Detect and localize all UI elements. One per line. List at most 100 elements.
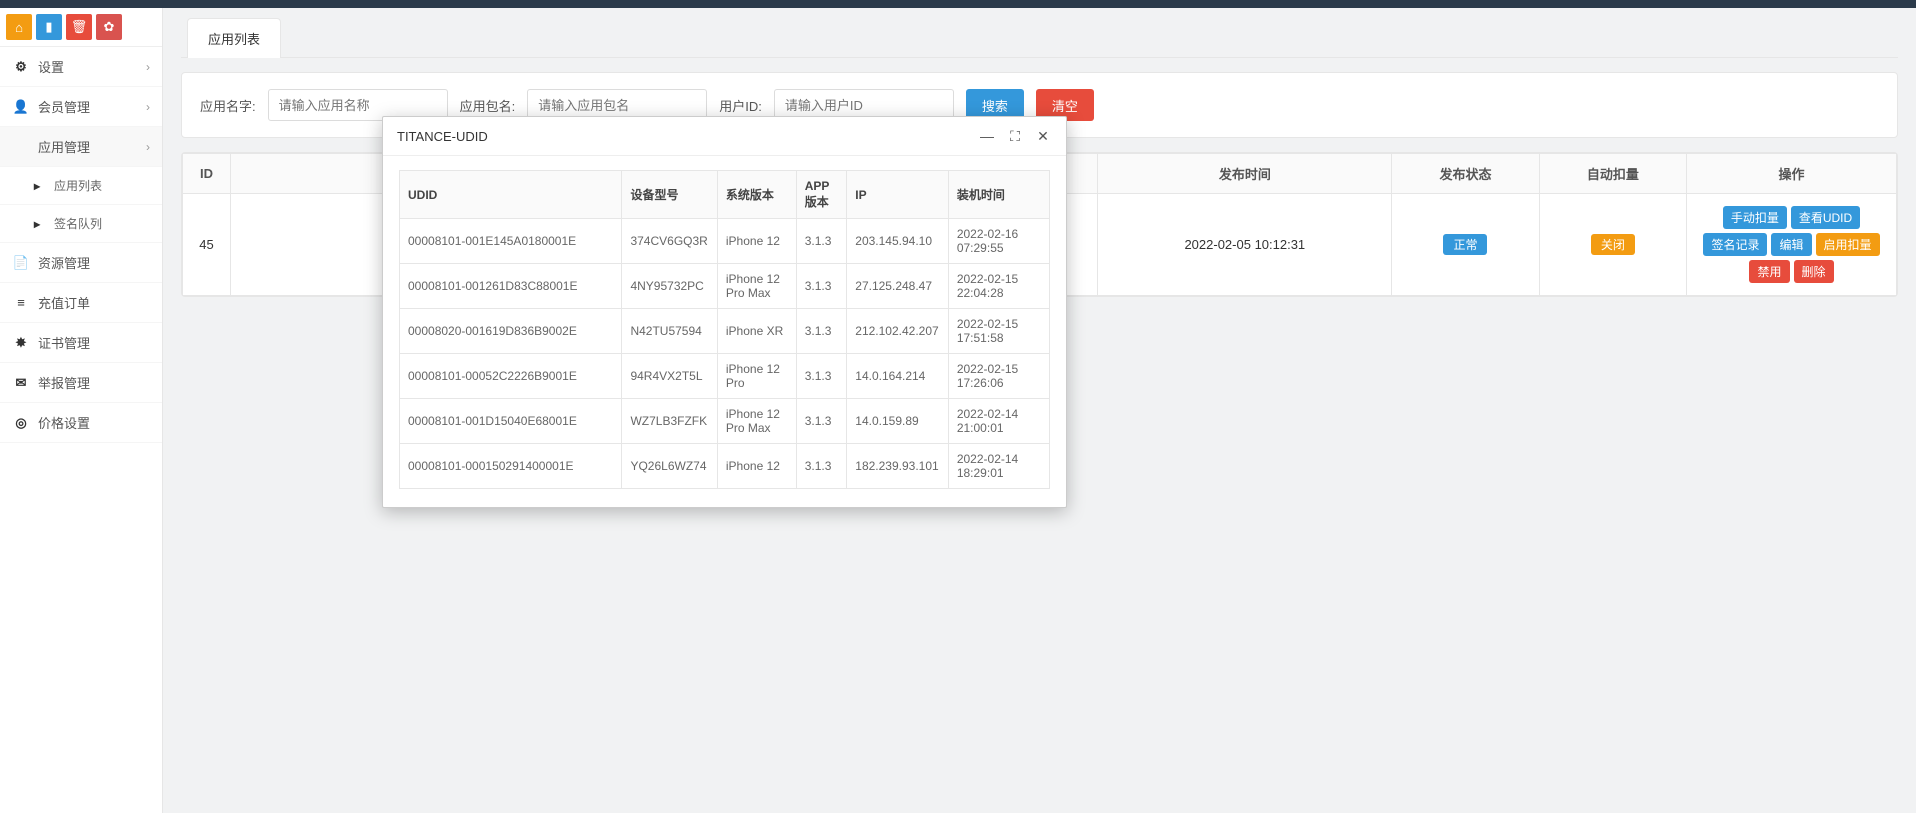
- col-header: 发布状态: [1392, 154, 1539, 194]
- udid-cell-sys: iPhone 12 Pro Max: [717, 264, 796, 309]
- sidebar-item-label: 会员管理: [38, 97, 90, 116]
- udid-row: 00008101-00052C2226B9001E94R4VX2T5LiPhon…: [400, 354, 1050, 399]
- udid-cell-model: 374CV6GQ3R: [622, 219, 717, 264]
- sidebar-item-8[interactable]: ✉ 举报管理: [0, 363, 162, 403]
- udid-cell-model: YQ26L6WZ74: [622, 444, 717, 489]
- sidebar-item-label: 价格设置: [38, 413, 90, 432]
- udid-cell-udid: 00008101-00052C2226B9001E: [400, 354, 622, 399]
- udid-cell-app: 3.1.3: [796, 219, 847, 264]
- modal-col-header: APP版本: [796, 171, 847, 219]
- tab-app-list[interactable]: 应用列表: [187, 18, 281, 58]
- udid-cell-udid: 00008101-000150291400001E: [400, 444, 622, 489]
- sidebar-item-7[interactable]: ✸ 证书管理: [0, 323, 162, 363]
- udid-table: UDID设备型号系统版本APP版本IP装机时间 00008101-001E145…: [399, 170, 1050, 489]
- menu-icon: ✉: [12, 375, 30, 391]
- col-header: ID: [183, 154, 231, 194]
- cell-auto: 关闭: [1539, 194, 1686, 296]
- gear-icon[interactable]: ✿: [96, 14, 122, 40]
- main-content: 应用列表 应用名字: 应用包名: 用户ID: 搜索 清空 ID应用类型发布时间发…: [163, 8, 1916, 813]
- trash-icon[interactable]: 🗑: [66, 14, 92, 40]
- op-button[interactable]: 手动扣量: [1723, 206, 1787, 229]
- filter-pkg-label: 应用包名:: [460, 96, 516, 115]
- udid-cell-udid: 00008101-001261D83C88001E: [400, 264, 622, 309]
- sidebar-item-label: 设置: [38, 57, 64, 76]
- sidebar-item-6[interactable]: ≡ 充值订单: [0, 283, 162, 323]
- udid-cell-sys: iPhone 12 Pro Max: [717, 399, 796, 444]
- sidebar-item-2[interactable]: 应用管理 ›: [0, 127, 162, 167]
- udid-cell-udid: 00008101-001E145A0180001E: [400, 219, 622, 264]
- sidebar-item-label: 应用管理: [38, 137, 90, 156]
- udid-cell-app: 3.1.3: [796, 354, 847, 399]
- modal-col-header: IP: [847, 171, 949, 219]
- menu-icon: 👤: [12, 99, 30, 115]
- sidebar-item-9[interactable]: ◎ 价格设置: [0, 403, 162, 443]
- minimize-icon[interactable]: —: [978, 127, 996, 145]
- udid-cell-time: 2022-02-14 21:00:01: [948, 399, 1049, 444]
- modal-col-header: 装机时间: [948, 171, 1049, 219]
- modal-col-header: UDID: [400, 171, 622, 219]
- cell-time: 2022-02-05 10:12:31: [1098, 194, 1392, 296]
- close-icon[interactable]: ✕: [1034, 127, 1052, 145]
- udid-cell-sys: iPhone 12: [717, 219, 796, 264]
- udid-modal: TITANCE-UDID — ⛶ ✕ UDID设备型号系统版本APP版本IP装机…: [382, 116, 1067, 508]
- udid-cell-sys: iPhone 12: [717, 444, 796, 489]
- udid-cell-sys: iPhone XR: [717, 309, 796, 354]
- udid-cell-time: 2022-02-15 17:26:06: [948, 354, 1049, 399]
- op-button[interactable]: 删除: [1794, 260, 1834, 283]
- udid-cell-ip: 14.0.164.214: [847, 354, 949, 399]
- udid-cell-udid: 00008101-001D15040E68001E: [400, 399, 622, 444]
- status-badge: 正常: [1443, 234, 1487, 255]
- udid-cell-app: 3.1.3: [796, 399, 847, 444]
- col-header: 自动扣量: [1539, 154, 1686, 194]
- modal-header: TITANCE-UDID — ⛶ ✕: [383, 117, 1066, 156]
- modal-body: UDID设备型号系统版本APP版本IP装机时间 00008101-001E145…: [383, 156, 1066, 507]
- menu-icon: ✸: [12, 335, 30, 351]
- udid-cell-ip: 182.239.93.101: [847, 444, 949, 489]
- udid-row: 00008101-001261D83C88001E4NY95732PCiPhon…: [400, 264, 1050, 309]
- op-button[interactable]: 启用扣量: [1816, 233, 1880, 256]
- modal-title: TITANCE-UDID: [397, 129, 488, 144]
- sidebar-item-0[interactable]: ⚙设置›: [0, 47, 162, 87]
- sidebar-item-label: 充值订单: [38, 293, 90, 312]
- sidebar-item-label: 签名队列: [54, 215, 102, 232]
- sidebar-icon-row: ⌂ ▮ 🗑 ✿: [0, 8, 162, 47]
- udid-row: 00008101-001D15040E68001EWZ7LB3FZFKiPhon…: [400, 399, 1050, 444]
- udid-cell-time: 2022-02-16 07:29:55: [948, 219, 1049, 264]
- auto-badge: 关闭: [1591, 234, 1635, 255]
- sidebar-item-label: 资源管理: [38, 253, 90, 272]
- sidebar-item-4[interactable]: ▸ 签名队列: [0, 205, 162, 243]
- op-button[interactable]: 禁用: [1749, 260, 1789, 283]
- file-icon[interactable]: ▮: [36, 14, 62, 40]
- udid-cell-ip: 14.0.159.89: [847, 399, 949, 444]
- sidebar-item-1[interactable]: 👤会员管理›: [0, 87, 162, 127]
- menu-icon: ≡: [12, 295, 30, 310]
- udid-cell-time: 2022-02-15 17:51:58: [948, 309, 1049, 354]
- cell-ops: 手动扣量查看UDID 签名记录编辑启用扣量禁用删除: [1687, 194, 1897, 296]
- menu-icon: ◎: [12, 415, 30, 431]
- home-icon[interactable]: ⌂: [6, 14, 32, 40]
- udid-cell-model: 94R4VX2T5L: [622, 354, 717, 399]
- filter-uid-label: 用户ID:: [719, 96, 762, 115]
- op-button[interactable]: 签名记录: [1703, 233, 1767, 256]
- udid-cell-sys: iPhone 12 Pro: [717, 354, 796, 399]
- menu-icon: ▸: [28, 217, 46, 231]
- udid-cell-model: N42TU57594: [622, 309, 717, 354]
- udid-cell-time: 2022-02-14 18:29:01: [948, 444, 1049, 489]
- sidebar-item-label: 证书管理: [38, 333, 90, 352]
- sidebar-item-3[interactable]: ▸应用列表: [0, 167, 162, 205]
- udid-cell-model: WZ7LB3FZFK: [622, 399, 717, 444]
- menu-icon: ⚙: [12, 59, 30, 75]
- col-header: 操作: [1687, 154, 1897, 194]
- filter-name-label: 应用名字:: [200, 96, 256, 115]
- op-button[interactable]: 编辑: [1771, 233, 1811, 256]
- modal-col-header: 设备型号: [622, 171, 717, 219]
- op-button[interactable]: 查看UDID: [1791, 206, 1860, 229]
- cell-status: 正常: [1392, 194, 1539, 296]
- chevron-right-icon: ›: [146, 140, 150, 154]
- udid-cell-app: 3.1.3: [796, 264, 847, 309]
- maximize-icon[interactable]: ⛶: [1006, 127, 1024, 145]
- sidebar-item-5[interactable]: 📄资源管理: [0, 243, 162, 283]
- udid-row: 00008101-001E145A0180001E374CV6GQ3RiPhon…: [400, 219, 1050, 264]
- udid-cell-app: 3.1.3: [796, 444, 847, 489]
- sidebar-item-label: 举报管理: [38, 373, 90, 392]
